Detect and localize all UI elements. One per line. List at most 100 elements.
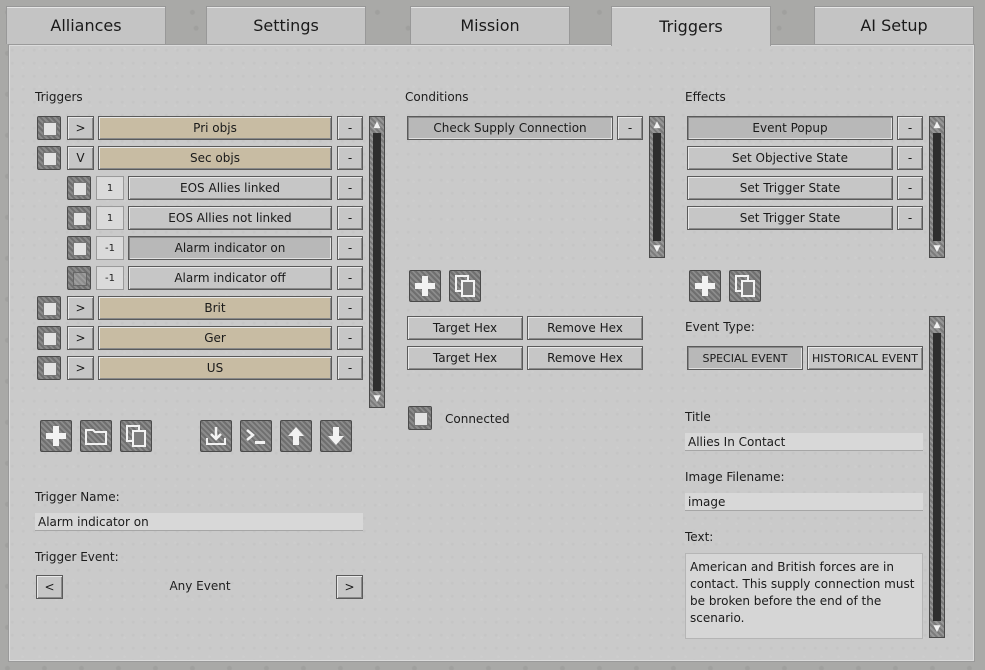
trigger-name-label: Trigger Name: xyxy=(35,490,120,504)
scroll-down-arrow[interactable]: ▼ xyxy=(930,242,944,256)
expand-button[interactable]: > xyxy=(67,116,94,140)
remove-trigger-button[interactable]: - xyxy=(337,356,363,380)
scroll-up-arrow[interactable]: ▲ xyxy=(370,118,384,132)
effect-row[interactable]: Set Objective State xyxy=(687,146,893,170)
expand-button[interactable]: > xyxy=(67,296,94,320)
tab-mission[interactable]: Mission xyxy=(410,6,570,44)
expand-button[interactable]: > xyxy=(67,326,94,350)
scroll-up-arrow[interactable]: ▲ xyxy=(650,118,664,132)
trigger-row[interactable]: Ger xyxy=(98,326,332,350)
remove-effect-button[interactable]: - xyxy=(897,146,923,170)
trigger-count: 1 xyxy=(96,176,124,200)
remove-trigger-button[interactable]: - xyxy=(337,176,363,200)
historical-event-button[interactable]: HISTORICAL EVENT xyxy=(807,346,923,370)
scroll-up-arrow[interactable]: ▲ xyxy=(930,118,944,132)
trigger-count: -1 xyxy=(96,266,124,290)
tab-ai-setup[interactable]: AI Setup xyxy=(814,6,974,44)
target-hex-button[interactable]: Target Hex xyxy=(407,346,523,370)
move-down-button[interactable] xyxy=(320,420,352,452)
event-type-label: Event Type: xyxy=(685,320,755,334)
tab-settings[interactable]: Settings xyxy=(206,6,366,44)
trigger-checkbox[interactable] xyxy=(37,146,61,170)
image-filename-input[interactable]: image xyxy=(685,493,923,511)
trigger-row[interactable]: Sec objs xyxy=(98,146,332,170)
move-up-button[interactable] xyxy=(280,420,312,452)
trigger-checkbox[interactable] xyxy=(37,356,61,380)
effect-details-scrollbar[interactable]: ▲ ▼ xyxy=(929,316,945,638)
event-next-button[interactable]: > xyxy=(336,575,363,599)
remove-trigger-button[interactable]: - xyxy=(337,326,363,350)
effect-row-selected[interactable]: Event Popup xyxy=(687,116,893,140)
effect-row[interactable]: Set Trigger State xyxy=(687,176,893,200)
remove-effect-button[interactable]: - xyxy=(897,116,923,140)
trigger-checkbox[interactable] xyxy=(37,296,61,320)
effect-row[interactable]: Set Trigger State xyxy=(687,206,893,230)
trigger-checkbox[interactable] xyxy=(67,236,91,260)
plus-icon xyxy=(415,276,435,296)
connected-checkbox[interactable] xyxy=(408,406,432,430)
trigger-row[interactable]: EOS Allies linked xyxy=(128,176,332,200)
remove-condition-button[interactable]: - xyxy=(617,116,643,140)
effects-header: Effects xyxy=(685,90,726,104)
title-label: Title xyxy=(685,410,711,424)
remove-trigger-button[interactable]: - xyxy=(337,146,363,170)
remove-trigger-button[interactable]: - xyxy=(337,296,363,320)
copy-trigger-button[interactable] xyxy=(120,420,152,452)
effect-text-area[interactable]: American and British forces are in conta… xyxy=(685,553,923,639)
condition-row-selected[interactable]: Check Supply Connection xyxy=(407,116,613,140)
connected-label: Connected xyxy=(445,412,510,426)
import-trigger-button[interactable] xyxy=(200,420,232,452)
scroll-track[interactable] xyxy=(933,133,941,241)
add-condition-button[interactable] xyxy=(409,270,441,302)
scroll-up-arrow[interactable]: ▲ xyxy=(930,318,944,332)
add-effect-button[interactable] xyxy=(689,270,721,302)
scroll-down-arrow[interactable]: ▼ xyxy=(650,242,664,256)
remove-trigger-button[interactable]: - xyxy=(337,266,363,290)
plus-icon xyxy=(46,426,66,446)
copy-effect-button[interactable] xyxy=(729,270,761,302)
title-input[interactable]: Allies In Contact xyxy=(685,433,923,451)
trigger-row[interactable]: Brit xyxy=(98,296,332,320)
expand-button[interactable]: > xyxy=(67,356,94,380)
trigger-row[interactable]: US xyxy=(98,356,332,380)
remove-trigger-button[interactable]: - xyxy=(337,116,363,140)
scroll-down-arrow[interactable]: ▼ xyxy=(930,622,944,636)
trigger-checkbox[interactable] xyxy=(67,206,91,230)
conditions-scrollbar[interactable]: ▲ ▼ xyxy=(649,116,665,258)
remove-trigger-button[interactable]: - xyxy=(337,236,363,260)
add-folder-button[interactable] xyxy=(80,420,112,452)
scroll-down-arrow[interactable]: ▼ xyxy=(370,392,384,406)
triggers-scrollbar[interactable]: ▲ ▼ xyxy=(369,116,385,408)
scroll-track[interactable] xyxy=(653,133,661,241)
trigger-name-input[interactable]: Alarm indicator on xyxy=(35,513,363,531)
arrow-up-icon xyxy=(288,427,304,445)
tab-alliances[interactable]: Alliances xyxy=(6,6,166,44)
trigger-event-label: Trigger Event: xyxy=(35,550,119,564)
add-trigger-button[interactable] xyxy=(40,420,72,452)
tab-triggers[interactable]: Triggers xyxy=(611,6,771,46)
scroll-track[interactable] xyxy=(373,133,381,391)
remove-hex-button[interactable]: Remove Hex xyxy=(527,316,643,340)
event-prev-button[interactable]: < xyxy=(36,575,63,599)
effects-scrollbar[interactable]: ▲ ▼ xyxy=(929,116,945,258)
trigger-row[interactable]: Alarm indicator off xyxy=(128,266,332,290)
collapse-button[interactable]: V xyxy=(67,146,94,170)
remove-trigger-button[interactable]: - xyxy=(337,206,363,230)
remove-hex-button[interactable]: Remove Hex xyxy=(527,346,643,370)
target-hex-button[interactable]: Target Hex xyxy=(407,316,523,340)
trigger-row[interactable]: EOS Allies not linked xyxy=(128,206,332,230)
trigger-checkbox[interactable] xyxy=(37,326,61,350)
remove-effect-button[interactable]: - xyxy=(897,206,923,230)
trigger-checkbox[interactable] xyxy=(67,176,91,200)
image-filename-label: Image Filename: xyxy=(685,470,785,484)
script-console-button[interactable] xyxy=(240,420,272,452)
scroll-track[interactable] xyxy=(933,333,941,621)
special-event-button[interactable]: SPECIAL EVENT xyxy=(687,346,803,370)
trigger-row-selected[interactable]: Alarm indicator on xyxy=(128,236,332,260)
trigger-checkbox[interactable] xyxy=(67,266,91,290)
remove-effect-button[interactable]: - xyxy=(897,176,923,200)
trigger-checkbox[interactable] xyxy=(37,116,61,140)
trigger-count: -1 xyxy=(96,236,124,260)
copy-condition-button[interactable] xyxy=(449,270,481,302)
trigger-row[interactable]: Pri objs xyxy=(98,116,332,140)
